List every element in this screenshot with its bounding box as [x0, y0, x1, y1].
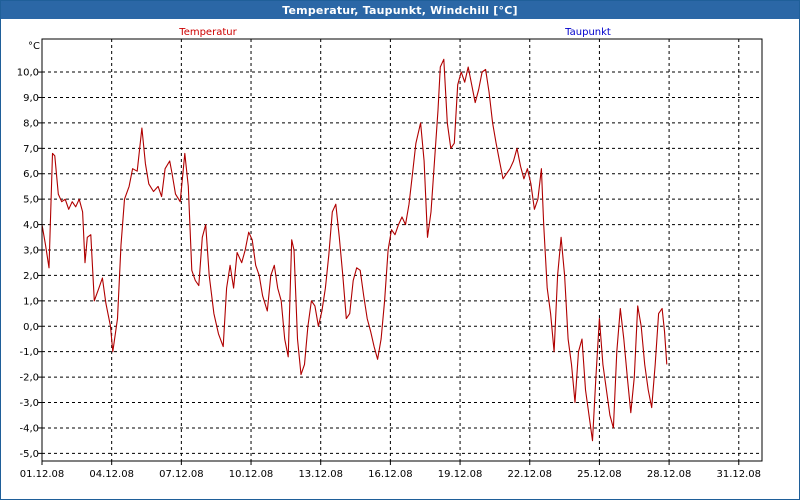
y-tick-label: 6,0	[23, 169, 39, 180]
y-tick-label: -3,0	[19, 398, 39, 409]
y-tick-label: 0,0	[23, 322, 39, 333]
y-tick-label: 8,0	[23, 118, 39, 129]
legend-temperatur: Temperatur	[178, 27, 237, 38]
y-tick-labels: 10,0 9,0 8,0 7,0 6,0 5,0 4,0 3,0 2,0 1,0 0,0 -1,0 -2…	[17, 68, 39, 460]
x-tick-label: 19.12.08	[438, 469, 483, 480]
x-tick-label: 04.12.08	[89, 469, 134, 480]
temperature-line-chart: Temperatur Taupunkt °C 10,0 9,0 8,0 7,0 6,0 5…	[17, 27, 763, 480]
y-tick-label: 1,0	[23, 296, 39, 307]
y-tick-label: 9,0	[23, 93, 39, 104]
x-tick-label: 13.12.08	[298, 469, 343, 480]
x-tick-label: 16.12.08	[368, 469, 413, 480]
y-tick-label: 4,0	[23, 220, 39, 231]
y-tick-label: 5,0	[23, 195, 39, 206]
y-tick-label: 3,0	[23, 246, 39, 257]
x-tick-label: 28.12.08	[647, 469, 692, 480]
y-tick-label: -5,0	[19, 449, 39, 460]
y-tick-label: -2,0	[19, 373, 39, 384]
y-tick-label: -4,0	[19, 423, 39, 434]
grid	[41, 39, 762, 461]
x-tick-label: 31.12.08	[717, 469, 762, 480]
y-tick-label: 2,0	[23, 271, 39, 282]
x-tick-label: 10.12.08	[229, 469, 274, 480]
legend-taupunkt: Taupunkt	[564, 27, 611, 38]
chart-window: Temperatur, Taupunkt, Windchill [°C] Tem…	[0, 0, 800, 500]
x-tick-label: 07.12.08	[159, 469, 204, 480]
y-tick-label: 10,0	[17, 68, 39, 79]
x-tick-label: 25.12.08	[577, 469, 622, 480]
x-tick-label: 01.12.08	[20, 469, 65, 480]
x-tick-label: 22.12.08	[507, 469, 552, 480]
y-tick-label: 7,0	[23, 144, 39, 155]
y-tick-label: -1,0	[19, 347, 39, 358]
axes	[38, 38, 763, 465]
y-axis-unit-label: °C	[28, 41, 40, 52]
x-tick-labels: 01.12.08 04.12.08 07.12.08 10.12.08 13.12.08…	[20, 469, 761, 480]
